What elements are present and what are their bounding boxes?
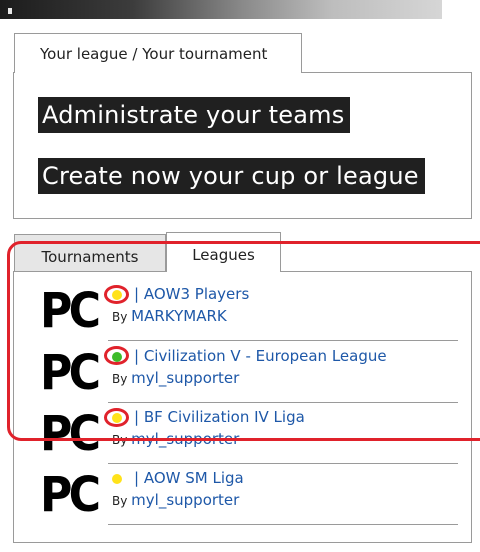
annotation-circle-icon <box>104 346 129 365</box>
pc-platform-logo: PC <box>40 467 101 523</box>
item-divider <box>108 340 458 341</box>
pc-platform-logo: PC <box>40 345 101 401</box>
item-divider <box>108 524 458 525</box>
by-label: By <box>112 310 128 324</box>
administrate-teams-button[interactable]: Administrate your teams <box>38 97 351 133</box>
list-item: PC | Civilization V - European League By… <box>38 345 458 403</box>
list-item: PC | AOW SM Liga By myl_supporter <box>38 467 458 525</box>
tab-your-league-tournament[interactable]: Your league / Your tournament <box>14 33 302 73</box>
pc-platform-logo: PC <box>40 283 101 339</box>
item-divider <box>108 402 458 403</box>
by-label: By <box>112 433 128 447</box>
create-cup-or-league-button[interactable]: Create now your cup or league <box>38 158 425 194</box>
league-title-link[interactable]: | AOW3 Players <box>134 285 249 303</box>
status-indicator-icon <box>112 474 122 484</box>
league-title-link[interactable]: | Civilization V - European League <box>134 347 387 365</box>
organizer-link[interactable]: myl_supporter <box>131 430 239 448</box>
list-item: PC | AOW3 Players By MARKYMARK <box>38 283 458 341</box>
tab-leagues[interactable]: Leagues <box>166 232 281 272</box>
banner-detail <box>8 8 12 14</box>
by-label: By <box>112 372 128 386</box>
list-item: PC | BF Civilization IV Liga By myl_supp… <box>38 406 458 464</box>
hero-banner-image <box>0 0 442 19</box>
by-label: By <box>112 494 128 508</box>
league-tournament-panel <box>13 72 472 219</box>
league-title-link[interactable]: | AOW SM Liga <box>134 469 244 487</box>
organizer-link[interactable]: MARKYMARK <box>131 307 227 325</box>
annotation-circle-icon <box>104 408 129 427</box>
pc-platform-logo: PC <box>40 406 101 462</box>
league-title-link[interactable]: | BF Civilization IV Liga <box>134 408 305 426</box>
annotation-circle-icon <box>104 285 129 304</box>
organizer-link[interactable]: myl_supporter <box>131 491 239 509</box>
organizer-link[interactable]: myl_supporter <box>131 369 239 387</box>
tab-tournaments[interactable]: Tournaments <box>14 234 166 272</box>
item-divider <box>108 463 458 464</box>
